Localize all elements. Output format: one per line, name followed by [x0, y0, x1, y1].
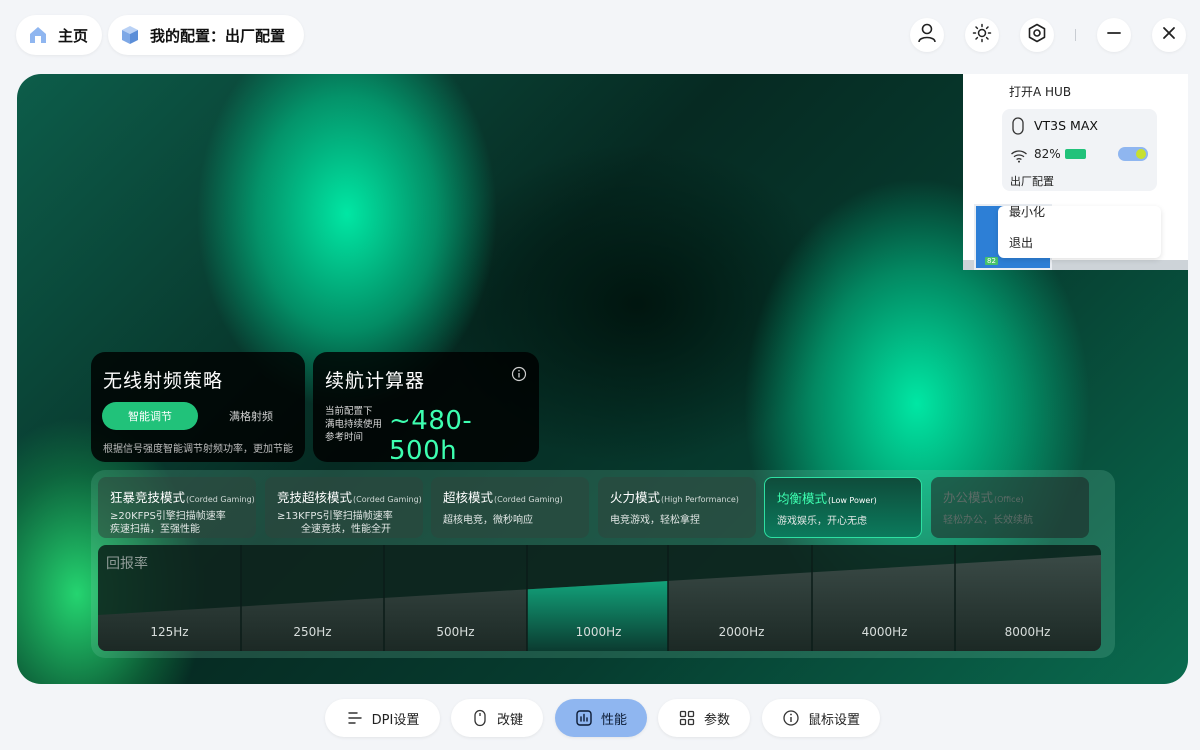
sliders-icon [346, 709, 364, 727]
home-icon [26, 23, 50, 47]
home-label: 主页 [58, 26, 89, 45]
mode-card-firepower[interactable]: 火力模式(High Performance) 电竞游戏，轻松拿捏 [598, 477, 756, 538]
mode-card-core[interactable]: 超核模式(Corded Gaming) 超核电竞，微秒响应 [431, 477, 589, 538]
polling-rate-selector: 回报率 125Hz 250Hz 500Hz 1000Hz 2000Hz 4000… [98, 545, 1101, 651]
mode-desc: 全速竞技，性能全开 [301, 524, 391, 535]
performance-icon [575, 709, 593, 727]
mouse-icon [1011, 116, 1025, 140]
device-battery-percent: 82% [1034, 147, 1061, 161]
mode-card-competitive-core[interactable]: 竞技超核模式(Corded Gaming) ≥13KFPS引擎扫描帧速率全速竞技… [265, 477, 423, 538]
battery-caption-line2: 满电持续使用 [325, 419, 383, 430]
menu-exit[interactable]: 退出 [1009, 234, 1033, 251]
nav-mouse-settings[interactable]: 鼠标设置 [762, 699, 880, 737]
brightness-button[interactable] [965, 18, 999, 52]
menu-minimize[interactable]: 最小化 [1009, 203, 1045, 220]
rate-option-8000[interactable]: 8000Hz [956, 625, 1099, 639]
battery-caption-line1: 当前配置下 [325, 406, 373, 417]
mode-title: 竞技超核模式 [277, 490, 353, 505]
rate-option-500[interactable]: 500Hz [384, 625, 527, 639]
wifi-icon [1010, 148, 1028, 167]
mode-title: 超核模式 [443, 490, 494, 505]
device-config-name: 出厂配置 [1010, 175, 1054, 188]
battery-caption-line3: 参考时间 [325, 432, 364, 443]
mode-tag: (Corded Gaming) [353, 495, 422, 504]
mode-desc: 电竞游戏，轻松拿捏 [610, 515, 700, 526]
nav-dpi-label: DPI设置 [371, 712, 420, 728]
settings-button[interactable] [1020, 18, 1054, 52]
close-icon [1160, 24, 1178, 46]
mode-panel: 狂暴竞技模式(Corded Gaming) ≥20KFPS引擎扫描帧速率 疾速扫描… [91, 470, 1115, 658]
config-selector[interactable]: 我的配置：出厂配置 [108, 15, 304, 55]
device-name: VT3S MAX [1034, 118, 1098, 133]
mode-desc: 轻松办公，长效续航 [943, 515, 1033, 526]
nav-performance[interactable]: 性能 [555, 699, 647, 737]
config-label: 我的配置：出厂配置 [150, 26, 286, 45]
sun-icon [971, 22, 993, 48]
mode-card-balanced[interactable]: 均衡模式(Low Power) 游戏娱乐，开心无虑 [764, 477, 922, 538]
toolbar-divider [1075, 29, 1076, 41]
mode-desc: 疾速扫描，至强性能 [110, 524, 200, 535]
nav-remap-label: 改键 [496, 712, 523, 728]
rate-option-4000[interactable]: 4000Hz [813, 625, 956, 639]
battery-caption: 当前配置下 满电持续使用 参考时间 [325, 405, 382, 444]
battery-title: 续航计算器 [325, 370, 426, 392]
cube-icon [118, 23, 142, 47]
mode-tag: (High Performance) [661, 495, 739, 504]
polling-rate-title: 回报率 [106, 556, 148, 572]
app-window: 主页 我的配置：出厂配置 无线射频策略 智能调节 满格射频 根据信号强度智能调节… [0, 0, 1200, 750]
device-toggle[interactable] [1118, 147, 1148, 161]
account-button[interactable] [910, 18, 944, 52]
mode-desc: ≥20KFPS引擎扫描帧速率 [110, 511, 226, 522]
mode-tag: (Low Power) [828, 496, 877, 505]
battery-level-bar [1065, 149, 1086, 159]
minus-icon [1105, 24, 1123, 46]
mode-tag: (Corded Gaming) [186, 495, 255, 504]
nav-mouse-label: 鼠标设置 [807, 712, 860, 728]
wireless-description: 根据信号强度智能调节射频功率，更加节能 [103, 444, 293, 455]
rate-option-250[interactable]: 250Hz [241, 625, 384, 639]
mode-desc: ≥13KFPS引擎扫描帧速率 [277, 511, 393, 522]
wireless-title: 无线射频策略 [103, 370, 224, 392]
device-card[interactable]: VT3S MAX 82% 出厂配置 [1002, 109, 1157, 191]
top-bar: 主页 我的配置：出厂配置 [0, 0, 1200, 70]
full-signal-button[interactable]: 满格射频 [208, 402, 294, 430]
info-circle-icon [782, 709, 800, 727]
user-icon [916, 22, 938, 48]
nav-params-label: 参数 [703, 712, 730, 728]
mode-desc: 超核电竞，微秒响应 [443, 515, 533, 526]
nav-remap[interactable]: 改键 [451, 699, 543, 737]
mode-tag: (Office) [994, 495, 1024, 504]
gear-hex-icon [1026, 22, 1048, 48]
mouse-icon [471, 709, 489, 727]
mode-card-frenzy[interactable]: 狂暴竞技模式(Corded Gaming) ≥20KFPS引擎扫描帧速率 疾速扫描… [98, 477, 256, 538]
mode-tag: (Corded Gaming) [494, 495, 563, 504]
rate-option-1000[interactable]: 1000Hz [527, 625, 670, 639]
toggle-knob [1136, 149, 1146, 159]
nav-params[interactable]: 参数 [658, 699, 750, 737]
mode-title: 火力模式 [610, 490, 661, 505]
smart-adjust-button[interactable]: 智能调节 [102, 402, 198, 430]
wireless-rf-card: 无线射频策略 智能调节 满格射频 根据信号强度智能调节射频功率，更加节能 [91, 352, 305, 462]
nav-dpi-settings[interactable]: DPI设置 [325, 699, 440, 737]
battery-calculator-card: 续航计算器 当前配置下 满电持续使用 参考时间 ~480-500h [313, 352, 539, 466]
mode-title: 办公模式 [943, 490, 994, 505]
rate-option-2000[interactable]: 2000Hz [670, 625, 813, 639]
battery-estimate-value: ~480-500h [389, 406, 473, 466]
nav-performance-label: 性能 [600, 712, 627, 728]
mode-title: 均衡模式 [777, 491, 828, 506]
grid-icon [678, 709, 696, 727]
rate-option-125[interactable]: 125Hz [98, 625, 241, 639]
tray-popup-menu: 82 打开A HUB VT3S MAX 82% 出厂配置 最小化 退出 [963, 74, 1188, 270]
menu-open-hub[interactable]: 打开A HUB [1009, 83, 1071, 100]
mode-card-office[interactable]: 办公模式(Office) 轻松办公，长效续航 [931, 477, 1089, 538]
thumbnail-tag: 82 [985, 257, 998, 265]
close-window-button[interactable] [1152, 18, 1186, 52]
home-button[interactable]: 主页 [16, 15, 102, 55]
minimize-window-button[interactable] [1097, 18, 1131, 52]
mode-desc: 游戏娱乐，开心无虑 [777, 516, 867, 527]
info-icon[interactable] [511, 366, 527, 382]
mode-title: 狂暴竞技模式 [110, 490, 186, 505]
